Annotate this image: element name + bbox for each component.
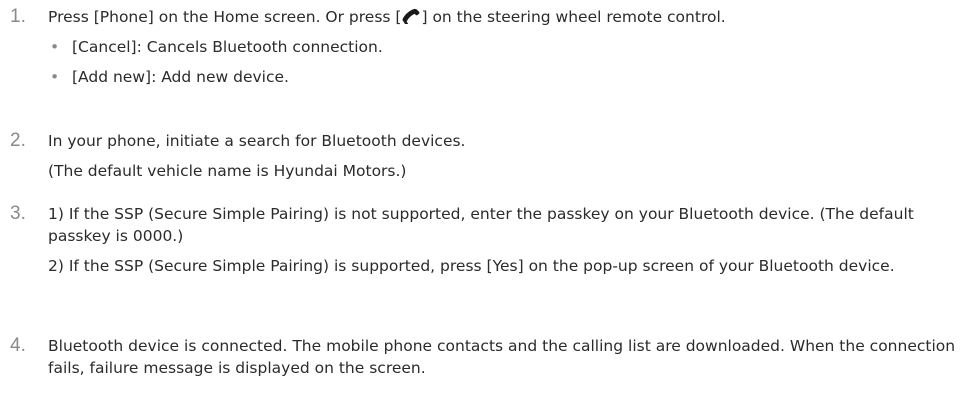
step-4-paragraph: Bluetooth device is connected. The mobil… (48, 337, 956, 377)
list-item: • [Cancel]: Cancels Bluetooth connection. (48, 36, 961, 58)
step-3-paragraph-2: 2) If the SSP (Secure Simple Pairing) is… (48, 257, 895, 275)
step-1-text-after: ] on the steering wheel remote control. (421, 8, 726, 26)
step-2-line-2: (The default vehicle name is Hyundai Mot… (48, 162, 407, 180)
step-number: 3. (10, 203, 26, 224)
bullet-icon: • (50, 38, 60, 56)
step-2: 2. In your phone, initiate a search for … (10, 130, 961, 182)
bullet-icon: • (50, 68, 60, 86)
step-3-paragraph-1: 1) If the SSP (Secure Simple Pairing) is… (48, 205, 914, 245)
step-1-text: Press [Phone] on the Home screen. Or pre… (48, 6, 961, 28)
step-1-text-before: Press [Phone] on the Home screen. Or pre… (48, 8, 402, 26)
bullet-text-add-new: [Add new]: Add new device. (72, 68, 289, 86)
step-1: 1. Press [Phone] on the Home screen. Or … (10, 6, 961, 88)
step-number: 1. (10, 6, 26, 27)
phone-handset-icon (401, 8, 421, 24)
step-4: 4. Bluetooth device is connected. The mo… (10, 335, 961, 379)
step-3: 3. 1) If the SSP (Secure Simple Pairing)… (10, 203, 961, 277)
instruction-document: 1. Press [Phone] on the Home screen. Or … (0, 0, 967, 395)
step-number: 4. (10, 335, 26, 356)
list-item: • [Add new]: Add new device. (48, 66, 961, 88)
step-number: 2. (10, 130, 26, 151)
bullet-text-cancel: [Cancel]: Cancels Bluetooth connection. (72, 38, 383, 56)
step-2-line-1: In your phone, initiate a search for Blu… (48, 132, 466, 150)
